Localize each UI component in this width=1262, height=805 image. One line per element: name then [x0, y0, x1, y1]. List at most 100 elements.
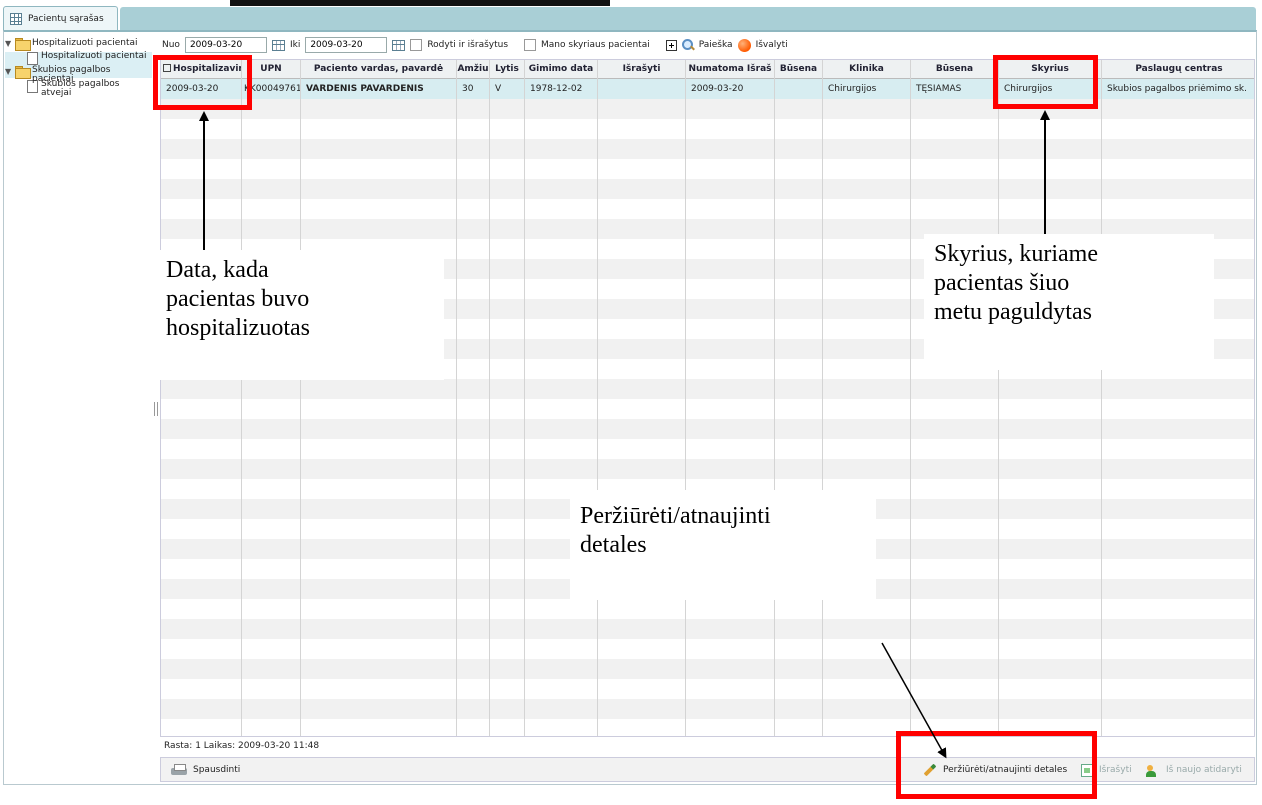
folder-icon — [15, 66, 31, 79]
show-discharged-label: Rodyti ir išrašytus — [427, 40, 509, 50]
reopen-button[interactable]: Iš naujo atidaryti — [1146, 758, 1242, 782]
clear-icon[interactable] — [737, 38, 751, 52]
expand-plus-icon[interactable] — [665, 39, 677, 51]
cell-patient-name: VARDENIS PAVARDENIS — [306, 84, 424, 94]
column-header[interactable]: UPN — [242, 60, 300, 78]
search-icon[interactable] — [681, 39, 694, 51]
reopen-label: Iš naujo atidaryti — [1166, 765, 1242, 775]
cell-hospitalization-date: 2009-03-20 — [166, 84, 219, 94]
callout-line: hospitalizuotas — [166, 315, 310, 341]
cell-status: TĘSIAMAS — [916, 84, 962, 94]
callout-line: Data, kada — [166, 257, 269, 283]
printer-icon — [171, 764, 187, 776]
users-icon — [1146, 764, 1160, 777]
from-label: Nuo — [162, 40, 180, 50]
column-divider — [685, 60, 686, 736]
department-callout: Skyrius, kuriame pacientas šiuo metu pag… — [924, 234, 1214, 370]
callout-line: pacientas buvo — [166, 286, 310, 312]
table-body — [161, 79, 1254, 736]
print-button[interactable]: Spausdinti — [171, 758, 240, 782]
navigation-tree: ▼ Hospitalizuoti pacientai Hospitalizuot… — [5, 38, 152, 106]
details-callout: Peržiūrėti/atnaujinti detales — [570, 490, 876, 600]
discharge-button[interactable]: Išrašyti — [1081, 758, 1132, 782]
to-label: Iki — [289, 40, 301, 50]
top-bar: Pacientų sąrašas — [0, 0, 1262, 30]
column-divider — [524, 60, 525, 736]
table-row[interactable]: 2009-03-20 KK00049761 VARDENIS PAVARDENI… — [161, 79, 1254, 99]
expand-arrow-icon[interactable]: ▼ — [5, 38, 15, 50]
grid-icon — [10, 12, 22, 25]
tree-node-label: Skubios pagalbos pacientai — [32, 65, 111, 84]
sheet-icon — [1081, 763, 1093, 777]
cell-upn: KK00049761 — [244, 84, 300, 94]
cell-service-center: Skubios pagalbos priėmimo sk. — [1107, 84, 1247, 94]
document-icon — [27, 52, 38, 65]
date-callout: Data, kada pacientas buvo hospitalizuota… — [156, 250, 444, 380]
cell-clinic: Chirurgijos — [828, 84, 877, 94]
panel-splitter[interactable] — [154, 402, 158, 416]
table-header: Hospitalizavim UPN Paciento vardas, pava… — [161, 60, 1254, 79]
cell-age: 30 — [462, 84, 474, 94]
footer-toolbar: Spausdinti Peržiūrėti/atnaujinti detales… — [160, 757, 1255, 782]
callout-line: detales — [580, 532, 647, 558]
column-divider — [1101, 60, 1102, 736]
calendar-icon[interactable] — [271, 39, 285, 51]
tree-node-label: Hospitalizuoti pacientai — [32, 38, 138, 48]
my-department-checkbox[interactable] — [524, 39, 537, 51]
my-department-label: Mano skyriaus pacientai — [541, 40, 650, 50]
tab-strip — [120, 7, 1256, 30]
column-header[interactable]: Paslaugų centras — [1102, 60, 1254, 78]
column-divider — [597, 60, 598, 736]
column-header[interactable]: Skyrius — [999, 60, 1101, 78]
view-update-label: Peržiūrėti/atnaujinti detales — [943, 765, 1068, 775]
column-divider — [241, 60, 242, 736]
column-header[interactable]: Paciento vardas, pavardė — [301, 60, 456, 78]
tab-patient-list[interactable]: Pacientų sąrašas — [3, 6, 118, 30]
column-header[interactable]: Hospitalizavim — [161, 60, 241, 78]
column-header[interactable]: Numatoma Išraš — [686, 60, 774, 78]
pencil-icon — [923, 763, 937, 777]
column-divider — [998, 60, 999, 736]
show-discharged-checkbox[interactable] — [410, 39, 423, 51]
cell-sex: V — [495, 84, 502, 94]
tab-label: Pacientų sąrašas — [28, 13, 104, 24]
column-header[interactable]: Klinika — [823, 60, 910, 78]
clear-button[interactable]: Išvalyti — [756, 40, 788, 50]
to-date-input[interactable] — [305, 37, 388, 53]
cell-department: Chirurgijos — [1004, 84, 1053, 94]
select-all-checkbox[interactable] — [163, 64, 171, 72]
status-text: Rasta: 1 Laikas: 2009-03-20 11:48 — [164, 741, 320, 751]
column-header[interactable]: Išrašyti — [598, 60, 685, 78]
column-divider — [774, 60, 775, 736]
column-header[interactable]: Lytis — [490, 60, 524, 78]
callout-line: Peržiūrėti/atnaujinti — [580, 503, 771, 529]
calendar-icon[interactable] — [392, 39, 406, 51]
search-button[interactable]: Paieška — [699, 40, 733, 50]
tree-node-hospitalized[interactable]: ▼ Hospitalizuoti pacientai — [5, 38, 152, 52]
cropped-title-remnant — [230, 0, 610, 6]
folder-icon — [15, 38, 31, 51]
callout-line: Skyrius, kuriame — [934, 241, 1098, 267]
column-divider — [489, 60, 490, 736]
callout-line: pacientas šiuo — [934, 270, 1070, 296]
cell-birth-date: 1978-12-02 — [530, 84, 583, 94]
column-divider — [456, 60, 457, 736]
expand-arrow-icon[interactable]: ▼ — [5, 66, 15, 78]
patients-table: Hospitalizavim UPN Paciento vardas, pava… — [160, 59, 1255, 737]
view-update-details-button[interactable]: Peržiūrėti/atnaujinti detales — [923, 758, 1067, 782]
column-header[interactable]: Būsena — [911, 60, 998, 78]
filter-bar: Nuo Iki Rodyti ir išrašytus Mano skyriau… — [162, 36, 788, 54]
discharge-label: Išrašyti — [1099, 765, 1132, 775]
column-divider — [910, 60, 911, 736]
column-header[interactable]: Gimimo data — [525, 60, 597, 78]
from-date-input[interactable] — [184, 37, 267, 53]
cell-planned-discharge: 2009-03-20 — [691, 84, 744, 94]
cell-discharge — [598, 79, 685, 99]
column-header[interactable]: Būsena — [775, 60, 822, 78]
column-divider — [822, 60, 823, 736]
column-divider — [300, 60, 301, 736]
cell-state — [775, 79, 822, 99]
column-header[interactable]: Amžiu — [457, 60, 489, 78]
tree-node-emergency[interactable]: ▼ Skubios pagalbos pacientai — [5, 66, 152, 92]
tree-leaf-label: Hospitalizuoti pacientai — [41, 51, 147, 61]
